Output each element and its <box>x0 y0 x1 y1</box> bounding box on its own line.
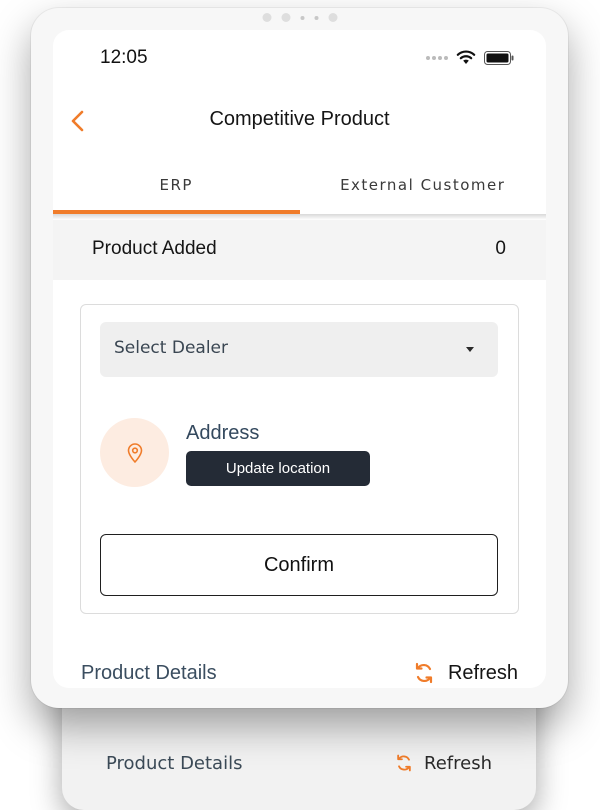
refresh-icon <box>397 754 411 772</box>
tab-bar: ERP External Customer <box>53 170 546 214</box>
address-title: Address <box>186 422 260 444</box>
dealer-select[interactable]: Select Dealer <box>100 322 498 377</box>
nav-bar: Competitive Product <box>53 98 546 142</box>
update-location-button[interactable]: Update location <box>186 451 370 486</box>
address-icon-badge <box>100 418 169 487</box>
product-added-row: Product Added 0 <box>53 220 546 280</box>
tab-erp[interactable]: ERP <box>53 170 300 214</box>
refresh-button[interactable]: Refresh <box>412 660 518 686</box>
background-details-row: Product Details Refresh <box>106 752 492 774</box>
refresh-icon <box>415 662 433 684</box>
signal-icon <box>426 55 448 60</box>
dealer-card: Select Dealer Address Update location Co… <box>80 304 519 614</box>
page-title: Competitive Product <box>209 108 390 130</box>
background-details-title: Product Details <box>106 752 243 774</box>
product-added-count: 0 <box>495 238 506 259</box>
caret-down-icon <box>466 347 474 352</box>
dealer-select-value: Select Dealer <box>114 338 228 358</box>
status-time: 12:05 <box>100 47 148 68</box>
tablet-frame: 12:05 Competitive Product ERP External C… <box>31 8 568 708</box>
confirm-button[interactable]: Confirm <box>100 534 498 596</box>
wifi-icon <box>456 50 476 64</box>
status-icons <box>426 50 514 65</box>
status-bar: 12:05 <box>53 30 546 80</box>
background-refresh-label: Refresh <box>424 752 492 774</box>
camera-dots <box>262 13 337 22</box>
app-screen: 12:05 Competitive Product ERP External C… <box>53 30 546 688</box>
background-refresh: Refresh <box>394 752 492 774</box>
product-added-label: Product Added <box>92 238 217 259</box>
product-details-title: Product Details <box>81 661 217 684</box>
tab-external-customer[interactable]: External Customer <box>300 170 547 214</box>
battery-icon <box>484 50 514 65</box>
location-pin-icon <box>127 442 142 463</box>
refresh-label: Refresh <box>447 661 518 684</box>
product-details-row: Product Details Refresh <box>81 660 518 686</box>
